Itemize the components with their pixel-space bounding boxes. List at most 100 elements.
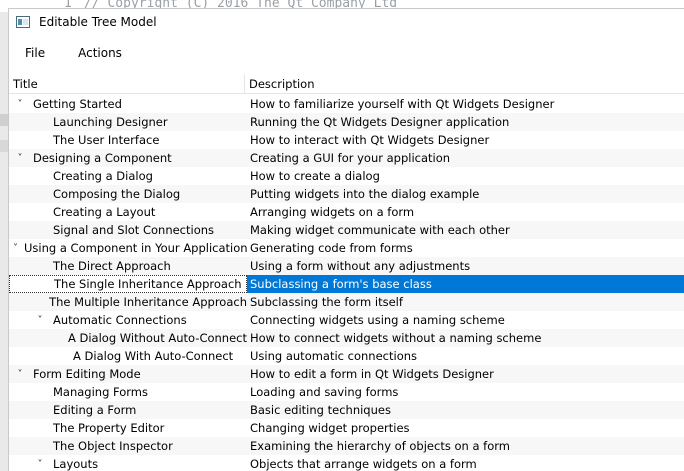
tree-cell-description[interactable]: Using a form without any adjustments xyxy=(247,257,684,275)
tree-item-title: Editing a Form xyxy=(53,403,137,417)
tree-row[interactable]: Composing the Dialog Putting widgets into… xyxy=(9,185,684,203)
tree-cell-title[interactable]: Creating a Dialog xyxy=(9,167,247,185)
tree-item-title: Launching Designer xyxy=(53,115,168,129)
menu-actions[interactable]: Actions xyxy=(78,46,122,60)
window-title: Editable Tree Model xyxy=(39,15,157,29)
tree-cell-description[interactable]: Connecting widgets using a naming scheme xyxy=(247,311,684,329)
tree-row[interactable]: ˅ Getting Started How to familiarize yours… xyxy=(9,95,684,113)
tree-row[interactable]: The Single Inheritance Approach Subclassi… xyxy=(9,275,684,293)
tree-row[interactable]: A Dialog Without Auto-Connect How to conn… xyxy=(9,329,684,347)
tree-cell-title[interactable]: ˅ Designing a Component xyxy=(9,149,247,167)
tree-cell-title[interactable]: ˅ Using a Component in Your Application xyxy=(9,239,247,257)
tree-cell-description[interactable]: Using automatic connections xyxy=(247,347,684,365)
tree-item-title: Managing Forms xyxy=(53,385,149,399)
chevron-down-icon[interactable]: ˅ xyxy=(13,369,27,380)
tree-cell-title[interactable]: The Direct Approach xyxy=(9,257,247,275)
tree-cell-description[interactable]: Subclassing a form's base class xyxy=(247,275,684,293)
tree-row[interactable]: Signal and Slot Connections Making widget… xyxy=(9,221,684,239)
tree-item-title: A Dialog Without Auto-Connect xyxy=(67,331,247,345)
tree-cell-title[interactable]: The Single Inheritance Approach xyxy=(9,275,247,293)
tree-row[interactable]: ˅ Automatic Connections Connecting widgets… xyxy=(9,311,684,329)
tree-cell-title[interactable]: The Property Editor xyxy=(9,419,247,437)
tree-item-title: Getting Started xyxy=(33,97,122,111)
tree-cell-description[interactable]: Loading and saving forms xyxy=(247,383,684,401)
tree-cell-title[interactable]: ˅ Automatic Connections xyxy=(9,311,247,329)
tree-item-title: A Dialog With Auto-Connect xyxy=(73,349,234,363)
tree-row[interactable]: The Property Editor Changing widget prope… xyxy=(9,419,684,437)
tree-item-title: Designing a Component xyxy=(33,151,172,165)
tree-cell-description[interactable]: How to connect widgets without a naming … xyxy=(247,329,684,347)
tree-row[interactable]: A Dialog With Auto-Connect Using automati… xyxy=(9,347,684,365)
tree-cell-title[interactable]: The Multiple Inheritance Approach xyxy=(9,293,247,311)
tree-cell-description[interactable]: How to interact with Qt Widgets Designer xyxy=(247,131,684,149)
chevron-down-icon[interactable]: ˅ xyxy=(13,99,27,110)
tree-item-title: Form Editing Mode xyxy=(33,367,141,381)
tree-row[interactable]: The Direct Approach Using a form without … xyxy=(9,257,684,275)
tree-cell-description[interactable]: Basic editing techniques xyxy=(247,401,684,419)
tree-row[interactable]: Managing Forms Loading and saving forms xyxy=(9,383,684,401)
menu-file[interactable]: File xyxy=(25,46,45,60)
editable-tree-model-window: Editable Tree Model File Actions Title D… xyxy=(8,8,684,471)
tree-item-title: Creating a Dialog xyxy=(53,169,153,183)
tree-cell-title[interactable]: A Dialog Without Auto-Connect xyxy=(9,329,247,347)
column-header-description[interactable]: Description xyxy=(245,77,315,91)
tree-item-title: The Object Inspector xyxy=(53,439,173,453)
tree-row[interactable]: Creating a Dialog How to create a dialog xyxy=(9,167,684,185)
menu-bar: File Actions xyxy=(9,35,684,70)
app-window-icon xyxy=(16,16,30,28)
column-header-title[interactable]: Title xyxy=(9,74,245,93)
tree-cell-description[interactable]: Objects that arrange widgets on a form xyxy=(247,455,684,471)
tree-cell-title[interactable]: A Dialog With Auto-Connect xyxy=(9,347,247,365)
tree-cell-description[interactable]: Creating a GUI for your application xyxy=(247,149,684,167)
tree-cell-title[interactable]: The Object Inspector xyxy=(9,437,247,455)
tree-row[interactable]: Creating a Layout Arranging widgets on a … xyxy=(9,203,684,221)
tree-cell-description[interactable]: Subclassing the form itself xyxy=(247,293,684,311)
tree-cell-title[interactable]: ˅ Layouts xyxy=(9,455,247,471)
tree-item-title: The Single Inheritance Approach xyxy=(54,277,242,291)
tree-cell-title[interactable]: ˅ Getting Started xyxy=(9,95,247,113)
tree-item-title: Composing the Dialog xyxy=(53,187,181,201)
tree-row[interactable]: Editing a Form Basic editing techniques xyxy=(9,401,684,419)
chevron-down-icon[interactable]: ˅ xyxy=(13,153,27,164)
tree-cell-title[interactable]: The User Interface xyxy=(9,131,247,149)
tree-item-title: The Direct Approach xyxy=(53,259,171,273)
chevron-down-icon[interactable]: ˅ xyxy=(33,459,47,470)
tree-cell-title[interactable]: Editing a Form xyxy=(9,401,247,419)
tree-cell-description[interactable]: Running the Qt Widgets Designer applicat… xyxy=(247,113,684,131)
tree-row[interactable]: The Object Inspector Examining the hierar… xyxy=(9,437,684,455)
tree-cell-title[interactable]: ˅ Form Editing Mode xyxy=(9,365,247,383)
tree-cell-description[interactable]: How to edit a form in Qt Widgets Designe… xyxy=(247,365,684,383)
tree-item-title: Automatic Connections xyxy=(53,313,187,327)
tree-row[interactable]: The User Interface How to interact with Q… xyxy=(9,131,684,149)
gutter-marker xyxy=(0,114,8,126)
tree-item-title: The Property Editor xyxy=(53,421,165,435)
tree-row[interactable]: ˅ Layouts Objects that arrange widgets on … xyxy=(9,455,684,471)
tree-cell-description[interactable]: Examining the hierarchy of objects on a … xyxy=(247,437,684,455)
title-bar[interactable]: Editable Tree Model xyxy=(9,9,684,35)
tree-cell-description[interactable]: Putting widgets into the dialog example xyxy=(247,185,684,203)
tree-row[interactable]: ˅ Form Editing Mode How to edit a form in … xyxy=(9,365,684,383)
tree-row[interactable]: Launching Designer Running the Qt Widgets… xyxy=(9,113,684,131)
tree-row[interactable]: The Multiple Inheritance Approach Subclas… xyxy=(9,293,684,311)
gutter-marker xyxy=(0,140,8,152)
tree-cell-title[interactable]: Composing the Dialog xyxy=(9,185,247,203)
tree-cell-title[interactable]: Creating a Layout xyxy=(9,203,247,221)
tree-item-title: Creating a Layout xyxy=(53,205,156,219)
tree-cell-description[interactable]: How to create a dialog xyxy=(247,167,684,185)
tree-item-title: Using a Component in Your Application xyxy=(24,241,247,255)
tree-item-title: The User Interface xyxy=(53,133,160,147)
tree-row[interactable]: ˅ Using a Component in Your Application Ge… xyxy=(9,239,684,257)
tree-cell-description[interactable]: How to familiarize yourself with Qt Widg… xyxy=(247,95,684,113)
background-gutter xyxy=(0,12,8,471)
tree-header: Title Description xyxy=(9,74,684,94)
tree-row[interactable]: ˅ Designing a Component Creating a GUI for… xyxy=(9,149,684,167)
tree-cell-description[interactable]: Arranging widgets on a form xyxy=(247,203,684,221)
tree-cell-description[interactable]: Changing widget properties xyxy=(247,419,684,437)
tree-cell-description[interactable]: Making widget communicate with each othe… xyxy=(247,221,684,239)
tree-cell-title[interactable]: Signal and Slot Connections xyxy=(9,221,247,239)
tree-cell-description[interactable]: Generating code from forms xyxy=(247,239,684,257)
tree-view[interactable]: ˅ Getting Started How to familiarize yours… xyxy=(9,95,684,471)
chevron-down-icon[interactable]: ˅ xyxy=(33,315,47,326)
tree-cell-title[interactable]: Launching Designer xyxy=(9,113,247,131)
tree-cell-title[interactable]: Managing Forms xyxy=(9,383,247,401)
